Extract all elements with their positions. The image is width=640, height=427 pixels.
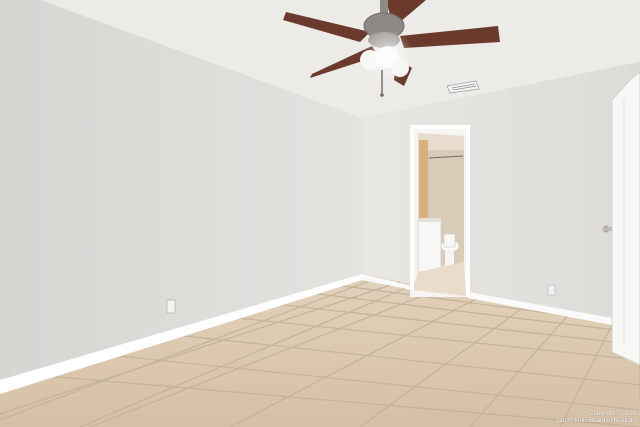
watermark-line: Copyright © 2025 [589, 411, 636, 417]
empty-bedroom-photo: Copyright © 2025 San Antonio Board of Re… [0, 0, 640, 427]
watermark-line: San Antonio Board of Realtors [555, 418, 636, 424]
copyright-watermark: Copyright © 2025 San Antonio Board of Re… [555, 411, 636, 425]
wall-outlet-left [166, 299, 176, 314]
wall-outlet-back [547, 284, 556, 296]
room-illustration [0, 0, 640, 427]
bathroom-doorway [410, 125, 470, 297]
